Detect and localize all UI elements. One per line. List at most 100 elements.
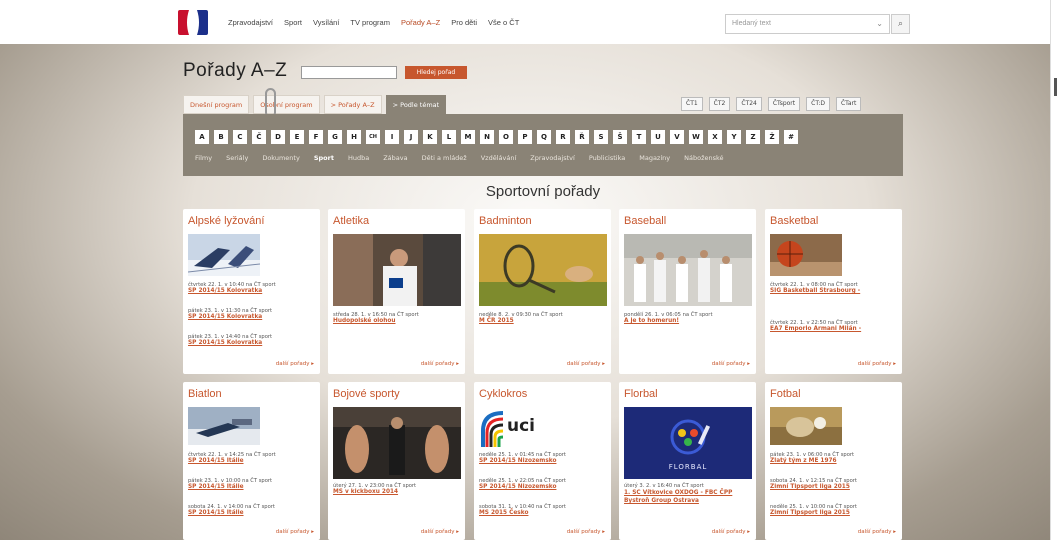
nav-zpravodajstvi[interactable]: Zpravodajství — [228, 18, 273, 27]
letter-button[interactable]: CH — [366, 130, 380, 144]
genre-link[interactable]: Zábava — [383, 154, 407, 162]
more-programs-link[interactable]: další pořady ▸ — [421, 361, 459, 367]
entry-link[interactable]: M ČR 2015 — [479, 318, 607, 324]
thumbnail-image[interactable] — [770, 234, 842, 276]
entry-link[interactable]: Zimní Tipsport liga 2015 — [770, 484, 898, 490]
card-title[interactable]: Atletika — [333, 215, 369, 227]
channel-ctsport[interactable]: ČTsport — [767, 97, 801, 111]
thumbnail-image[interactable] — [770, 407, 842, 445]
entry-link[interactable]: 1. SC Vítkovice OXDOG - FBC ČPP Bystroň … — [624, 489, 752, 505]
more-programs-link[interactable]: další pořady ▸ — [276, 361, 314, 367]
letter-button[interactable]: P — [518, 130, 532, 144]
card-title[interactable]: Florbal — [624, 388, 658, 400]
florbal-logo[interactable]: FLORBAL — [624, 407, 752, 479]
letter-button[interactable]: R — [556, 130, 570, 144]
entry-link[interactable]: MS v kickboxu 2014 — [333, 489, 461, 495]
genre-link[interactable]: Děti a mládež — [422, 154, 467, 162]
letter-button[interactable]: F — [309, 130, 323, 144]
chevron-down-icon[interactable]: ⌄ — [876, 19, 883, 28]
channel-ct1[interactable]: ČT1 — [681, 97, 703, 111]
thumbnail-image[interactable] — [333, 234, 461, 306]
card-title[interactable]: Biatlon — [188, 388, 222, 400]
entry-link[interactable]: SP 2014/15 Kolovratka — [188, 288, 316, 294]
tab-osobni-program[interactable]: Osobní program — [253, 95, 320, 114]
letter-button[interactable]: U — [651, 130, 665, 144]
genre-link[interactable]: Seriály — [226, 154, 248, 162]
nav-vysilani[interactable]: Vysílání — [313, 18, 339, 27]
letter-button[interactable]: S — [594, 130, 608, 144]
entry-link[interactable]: SP 2014/15 Kolovratka — [188, 340, 316, 346]
letter-button[interactable]: G — [328, 130, 342, 144]
scrollbar-thumb[interactable] — [1054, 78, 1057, 96]
entry-link[interactable]: SP 2014/15 Itálie — [188, 510, 316, 516]
genre-link[interactable]: Vzdělávání — [481, 154, 517, 162]
entry-link[interactable]: SP 2014/15 Kolovratka — [188, 314, 316, 320]
letter-button[interactable]: Y — [727, 130, 741, 144]
letter-button[interactable]: M — [461, 130, 475, 144]
letter-button[interactable]: C — [233, 130, 247, 144]
thumbnail-image[interactable] — [333, 407, 461, 479]
entry-link[interactable]: EA7 Emporio Armani Milán - — [770, 326, 898, 332]
letter-button[interactable]: Ž — [765, 130, 779, 144]
card-title[interactable]: Bojové sporty — [333, 388, 400, 400]
more-programs-link[interactable]: další pořady ▸ — [858, 529, 896, 535]
channel-ctart[interactable]: ČTart — [835, 97, 862, 111]
entry-link[interactable]: SIG Basketball Strasbourg - — [770, 288, 898, 294]
genre-link[interactable]: Náboženské — [684, 154, 723, 162]
more-programs-link[interactable]: další pořady ▸ — [421, 529, 459, 535]
letter-button[interactable]: Ř — [575, 130, 589, 144]
card-title[interactable]: Fotbal — [770, 388, 801, 400]
more-programs-link[interactable]: další pořady ▸ — [858, 361, 896, 367]
entry-link[interactable]: SP 2014/15 Nizozemsko — [479, 484, 607, 490]
card-title[interactable]: Basketbal — [770, 215, 818, 227]
card-title[interactable]: Badminton — [479, 215, 532, 227]
letter-button[interactable]: Z — [746, 130, 760, 144]
uci-logo[interactable]: uci — [479, 407, 551, 449]
search-button[interactable]: ⌕ — [891, 14, 910, 34]
entry-link[interactable]: Hudopolské olohou — [333, 318, 461, 324]
card-title[interactable]: Baseball — [624, 215, 666, 227]
letter-button[interactable]: N — [480, 130, 494, 144]
channel-ct2[interactable]: ČT2 — [708, 97, 731, 111]
genre-link[interactable]: Publicistika — [589, 154, 625, 162]
more-programs-link[interactable]: další pořady ▸ — [567, 361, 605, 367]
letter-button[interactable]: L — [442, 130, 456, 144]
entry-link[interactable]: MS 2015 Česko — [479, 510, 607, 516]
tab-porady-a-z[interactable]: > Pořady A–Z — [323, 95, 382, 114]
letter-button[interactable]: K — [423, 130, 437, 144]
letter-button[interactable]: Š — [613, 130, 627, 144]
letter-button[interactable]: Q — [537, 130, 551, 144]
entry-link[interactable]: Zlatý tým z ME 1976 — [770, 458, 898, 464]
letter-button[interactable]: D — [271, 130, 285, 144]
genre-link[interactable]: Dokumenty — [262, 154, 300, 162]
letter-button[interactable]: I — [385, 130, 399, 144]
nav-vse-o-ct[interactable]: Vše o ČT — [488, 18, 519, 27]
thumbnail-image[interactable] — [188, 234, 260, 276]
entry-link[interactable]: A je to homerun! — [624, 318, 752, 324]
entry-link[interactable]: SP 2014/15 Nizozemsko — [479, 458, 607, 464]
entry-link[interactable]: SP 2014/15 Itálie — [188, 484, 316, 490]
nav-tv-program[interactable]: TV program — [350, 18, 390, 27]
search-program-button[interactable]: Hledej pořad — [405, 66, 467, 79]
more-programs-link[interactable]: další pořady ▸ — [712, 529, 750, 535]
tab-podle-temat[interactable]: > Podle témat — [385, 95, 447, 114]
letter-button[interactable]: # — [784, 130, 798, 144]
entry-link[interactable]: SP 2014/15 Itálie — [188, 458, 316, 464]
thumbnail-image[interactable] — [624, 234, 752, 306]
genre-link[interactable]: Sport — [314, 154, 334, 162]
scrollbar[interactable] — [1050, 0, 1060, 540]
letter-button[interactable]: O — [499, 130, 513, 144]
genre-link[interactable]: Zpravodajství — [530, 154, 575, 162]
card-title[interactable]: Alpské lyžování — [188, 215, 264, 227]
letter-button[interactable]: W — [689, 130, 703, 144]
channel-ct24[interactable]: ČT24 — [736, 97, 762, 111]
channel-ctd[interactable]: ČT:D — [806, 97, 830, 111]
nav-sport[interactable]: Sport — [284, 18, 302, 27]
genre-link[interactable]: Hudba — [348, 154, 369, 162]
nav-porady-a-z[interactable]: Pořady A–Z — [401, 18, 440, 27]
letter-button[interactable]: H — [347, 130, 361, 144]
letter-button[interactable]: E — [290, 130, 304, 144]
letter-button[interactable]: T — [632, 130, 646, 144]
search-input[interactable]: Hledaný text ⌄ — [725, 14, 890, 34]
tab-dnesni-program[interactable]: Dnešní program — [183, 95, 250, 114]
